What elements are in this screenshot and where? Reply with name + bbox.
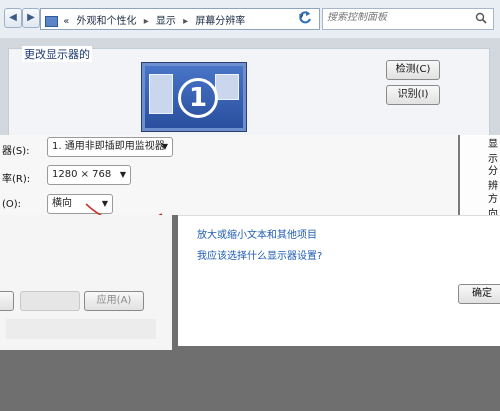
page-title: 更改显示器的 [22, 46, 92, 62]
right-settings-strip: 显示 分辨 方向 [458, 135, 500, 220]
background-area [0, 352, 500, 411]
window-thumbnail-icon [149, 74, 173, 114]
breadcrumb: « 外观和个性化 ▸ 显示 ▸ 屏幕分辨率 [45, 12, 245, 27]
display-select[interactable]: 1. 通用非即插即用监视器 ▼ [47, 137, 173, 157]
control-panel-icon [45, 15, 58, 27]
crumb-resolution[interactable]: 屏幕分辨率 [195, 16, 245, 27]
settings-area: 器(S): 1. 通用非即插即用监视器 ▼ 率(R): 1280 × 768 ▼… [0, 135, 458, 215]
monitor-1-preview[interactable]: 1 [142, 63, 246, 131]
resolution-select-value: 1280 × 768 [52, 169, 112, 180]
address-box[interactable]: « 外观和个性化 ▸ 显示 ▸ 屏幕分辨率 ▾ [40, 8, 320, 30]
apply-button[interactable]: 应用(A) [84, 291, 144, 311]
refresh-button[interactable] [296, 8, 314, 28]
resolution-select[interactable]: 1280 × 768 ▼ [47, 165, 131, 185]
blurred-area [6, 319, 156, 339]
resolution-label: 率(R): [2, 174, 31, 185]
display-settings-help-link[interactable]: 我应该选择什么显示器设置? [197, 247, 322, 262]
text-size-link[interactable]: 放大或缩小文本和其他项目 [197, 226, 317, 241]
orientation-label: (O): [2, 199, 22, 210]
orientation-select-value: 横向 [52, 198, 72, 209]
search-box[interactable] [322, 8, 494, 30]
ok-button[interactable]: 确定 [458, 284, 500, 304]
crumb-prefix[interactable]: « [63, 16, 69, 27]
lower-left-panel: 应用(A) [0, 215, 172, 350]
monitor-number: 1 [178, 78, 218, 118]
chevron-down-icon: ▼ [161, 142, 168, 151]
detect-button[interactable]: 检测(C) [386, 60, 440, 80]
display-label: 器(S): [2, 146, 30, 157]
display-select-value: 1. 通用非即插即用监视器 [52, 141, 165, 152]
forward-button[interactable]: ▶ [22, 8, 40, 28]
crumb-separator-icon: ▸ [143, 16, 149, 27]
crumb-display[interactable]: 显示 [156, 16, 176, 27]
identify-button[interactable]: 识别(I) [386, 85, 440, 105]
crumb-appearance[interactable]: 外观和个性化 [77, 16, 137, 27]
partial-button[interactable] [0, 291, 14, 311]
right-label-display: 显示 [488, 139, 498, 165]
search-icon[interactable] [475, 12, 487, 24]
refresh-icon [299, 11, 311, 24]
search-input[interactable] [327, 12, 472, 23]
address-bar-strip: ◀ ▶ « 外观和个性化 ▸ 显示 ▸ 屏幕分辨率 ▾ [0, 0, 500, 39]
back-button[interactable]: ◀ [4, 8, 22, 28]
blurred-button[interactable] [20, 291, 80, 311]
window-thumbnail-icon [215, 74, 239, 100]
right-label-resolution: 分辨 [488, 166, 498, 192]
crumb-separator-icon: ▸ [183, 16, 189, 27]
chevron-down-icon: ▼ [119, 170, 126, 179]
lower-right-panel: 放大或缩小文本和其他项目 我应该选择什么显示器设置? 确定 [178, 215, 500, 346]
